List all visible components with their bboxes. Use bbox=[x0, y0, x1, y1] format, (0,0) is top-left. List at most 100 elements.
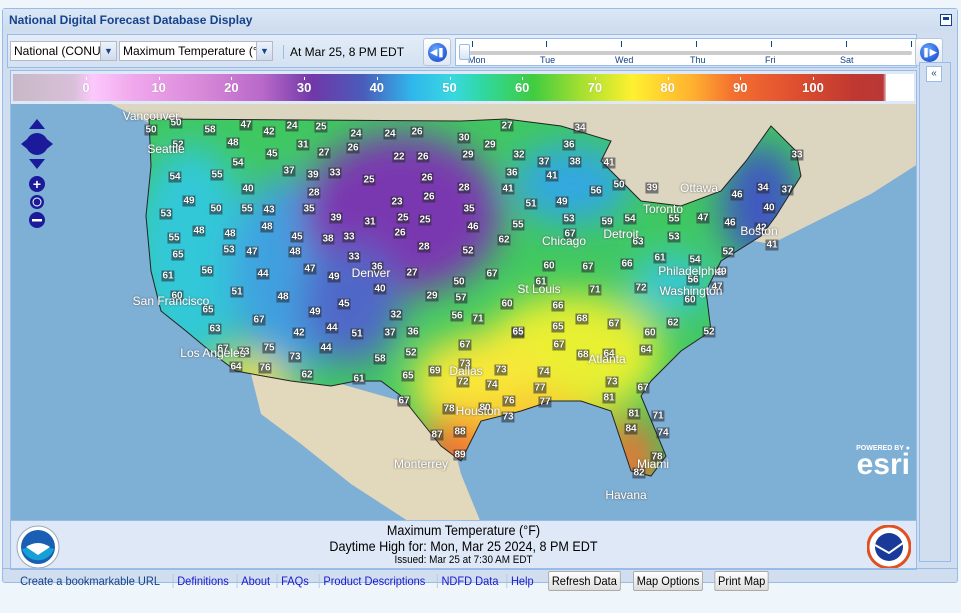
city-label: Chicago bbox=[541, 234, 587, 248]
temperature-label: 65 bbox=[551, 321, 565, 333]
temperature-label: 28 bbox=[457, 182, 471, 194]
forecast-map[interactable]: 50 50 58 47 42 24 25 24 24 26 30 29 27 52 48 31 27 26 22 26… bbox=[11, 104, 916, 521]
city-label: Boston bbox=[740, 224, 778, 238]
timeline-day-fri[interactable]: Fri bbox=[765, 55, 776, 65]
temperature-label: 54 bbox=[623, 213, 637, 225]
temperature-label: 34 bbox=[573, 122, 587, 134]
temperature-label: 23 bbox=[390, 196, 404, 208]
city-label: Washington bbox=[659, 284, 723, 298]
temperature-label: 62 bbox=[300, 369, 314, 381]
temperature-label: 63 bbox=[208, 323, 222, 335]
temperature-label: 67 bbox=[397, 395, 411, 407]
step-back-icon: ◀❚ bbox=[428, 43, 447, 62]
city-label: Toronto bbox=[642, 202, 684, 216]
temperature-label: 37 bbox=[282, 165, 296, 177]
temperature-label: 50 bbox=[144, 124, 158, 136]
footer-link-definitions[interactable]: Definitions bbox=[172, 573, 233, 588]
temperature-label: 40 bbox=[762, 202, 776, 214]
legend-label: 20 bbox=[224, 80, 239, 95]
timeline-day-tue[interactable]: Tue bbox=[540, 55, 555, 65]
temperature-label: 45 bbox=[265, 148, 279, 160]
temperature-label: 64 bbox=[639, 344, 653, 356]
temperature-label: 37 bbox=[383, 327, 397, 339]
slider-thumb[interactable] bbox=[459, 44, 470, 60]
temperature-label: 28 bbox=[417, 241, 431, 253]
footer-link-ndfd-data[interactable]: NDFD Data bbox=[437, 573, 502, 588]
temperature-label: 48 bbox=[223, 228, 237, 240]
temperature-label: 33 bbox=[790, 149, 804, 161]
timeline-day-sat[interactable]: Sat bbox=[840, 55, 854, 65]
temperature-label: 47 bbox=[696, 212, 710, 224]
temperature-label: 87 bbox=[430, 429, 444, 441]
footer-link-product-descriptions[interactable]: Product Descriptions bbox=[319, 573, 429, 588]
temperature-label: 32 bbox=[512, 149, 526, 161]
city-label: San Francisco bbox=[132, 294, 210, 308]
footer-link-help[interactable]: Help bbox=[506, 573, 538, 588]
temperature-label: 33 bbox=[342, 231, 356, 243]
temperature-label: 67 bbox=[552, 339, 566, 351]
temperature-label: 61 bbox=[352, 373, 366, 385]
temperature-label: 32 bbox=[389, 309, 403, 321]
footer-link-faqs[interactable]: FAQs bbox=[277, 573, 313, 588]
temperature-label: 44 bbox=[256, 268, 270, 280]
temperature-label: 44 bbox=[319, 342, 333, 354]
temperature-label: 73 bbox=[288, 351, 302, 363]
temperature-label: 29 bbox=[425, 290, 439, 302]
minimize-button[interactable] bbox=[940, 14, 952, 26]
timeline-day-thu[interactable]: Thu bbox=[690, 55, 706, 65]
temperature-label: 27 bbox=[405, 267, 419, 279]
city-label: Denver bbox=[351, 266, 391, 280]
temperature-label: 38 bbox=[321, 233, 335, 245]
region-select[interactable]: National (CONUS ▼ bbox=[10, 41, 117, 61]
temperature-label: 48 bbox=[260, 221, 274, 233]
temperature-label: 41 bbox=[545, 170, 559, 182]
footer-link-about[interactable]: About bbox=[236, 573, 274, 588]
temperature-label: 76 bbox=[502, 395, 516, 407]
temperature-label: 48 bbox=[276, 291, 290, 303]
temperature-label: 53 bbox=[159, 208, 173, 220]
temperature-label: 55 bbox=[240, 203, 254, 215]
temperature-label: 74 bbox=[656, 427, 670, 439]
temperature-label: 25 bbox=[314, 121, 328, 133]
temperature-label: 54 bbox=[168, 171, 182, 183]
zoom-out-icon[interactable] bbox=[29, 212, 45, 228]
chevron-down-icon[interactable]: ▼ bbox=[100, 42, 116, 60]
step-back-button[interactable]: ◀❚ bbox=[423, 38, 451, 66]
element-select-value: Maximum Temperature (°F bbox=[123, 44, 265, 58]
timeline-day-mon[interactable]: Mon bbox=[468, 55, 486, 65]
temperature-label: 72 bbox=[634, 282, 648, 294]
temperature-label: 52 bbox=[461, 245, 475, 257]
temperature-label: 56 bbox=[589, 185, 603, 197]
pan-arrows[interactable] bbox=[21, 119, 53, 169]
map-options-button[interactable]: Map Options bbox=[632, 570, 703, 591]
temperature-label: 50 bbox=[452, 276, 466, 288]
temperature-label: 25 bbox=[362, 174, 376, 186]
refresh-data-button[interactable]: Refresh Data bbox=[548, 570, 621, 591]
temperature-label: 50 bbox=[612, 179, 626, 191]
time-slider[interactable]: Mon Tue Wed Thu Fri Sat bbox=[455, 38, 917, 66]
noaa-logo bbox=[16, 525, 60, 574]
temperature-label: 24 bbox=[383, 128, 397, 140]
timeline-day-wed[interactable]: Wed bbox=[615, 55, 633, 65]
caption-issued: Issued: Mar 25 at 7:30 AM EDT bbox=[394, 554, 533, 566]
temperature-label: 28 bbox=[307, 187, 321, 199]
zoom-in-icon[interactable]: + bbox=[29, 176, 45, 192]
temperature-label: 26 bbox=[420, 172, 434, 184]
temperature-label: 27 bbox=[317, 147, 331, 159]
chevron-down-icon[interactable]: ▼ bbox=[256, 42, 272, 60]
temperature-label: 71 bbox=[471, 313, 485, 325]
temperature-label: 88 bbox=[453, 426, 467, 438]
temperature-label: 26 bbox=[410, 126, 424, 138]
expand-panel-icon[interactable]: « bbox=[926, 66, 942, 82]
globe-icon[interactable] bbox=[30, 195, 44, 209]
footer-link-create-a-bookmarkable-url[interactable]: Create a bookmarkable URL bbox=[16, 574, 163, 588]
print-map-button[interactable]: Print Map bbox=[714, 570, 769, 591]
toolbar: National (CONUS ▼ Maximum Temperature (°… bbox=[7, 34, 943, 68]
temperature-label: 55 bbox=[167, 232, 181, 244]
temperature-label: 43 bbox=[262, 204, 276, 216]
side-panel-collapsed: « bbox=[919, 62, 951, 562]
element-select[interactable]: Maximum Temperature (°F ▼ bbox=[119, 41, 273, 61]
temperature-label: 78 bbox=[442, 403, 456, 415]
temperature-label: 51 bbox=[230, 286, 244, 298]
temperature-label: 60 bbox=[542, 260, 556, 272]
